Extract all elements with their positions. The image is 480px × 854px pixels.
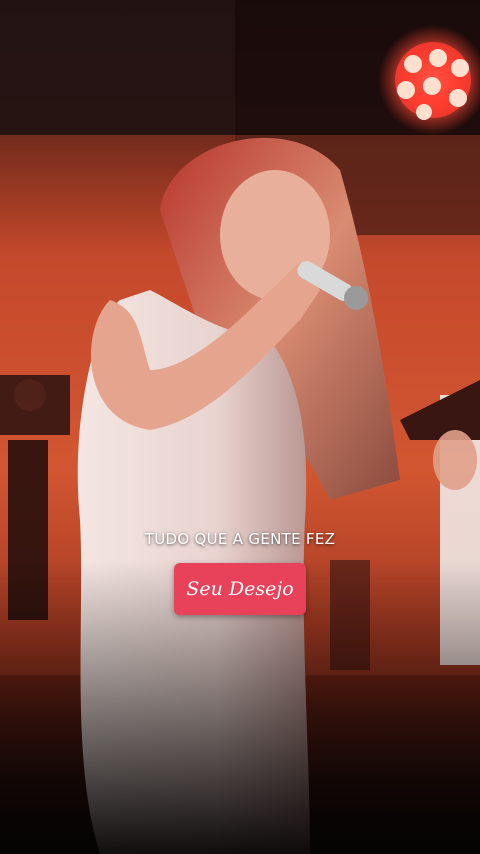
song-title-label: Seu Desejo — [186, 578, 294, 600]
video-frame: TUDO QUE A GENTE FEZ Seu Desejo — [0, 0, 480, 854]
concert-photo — [0, 0, 480, 854]
song-title-badge: Seu Desejo — [174, 563, 306, 615]
lyrics-caption: TUDO QUE A GENTE FEZ — [144, 530, 336, 548]
